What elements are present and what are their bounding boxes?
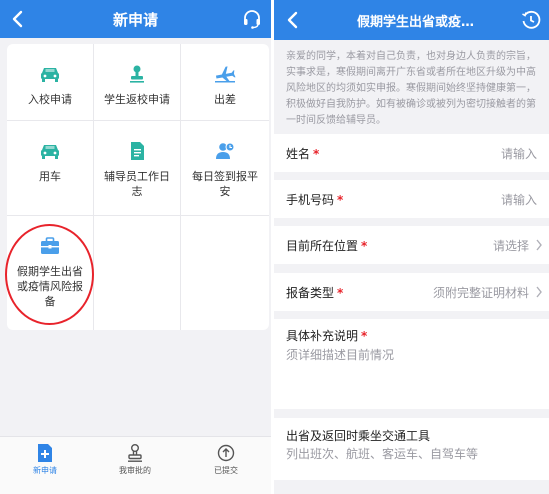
page-title: 假期学生出省或疫…	[356, 15, 474, 30]
right-header: 假期学生出省或疫…	[274, 0, 549, 40]
grid-item-label: 每日签到报平安	[192, 170, 258, 198]
transport-field[interactable]: 出省及返回时乘坐交通工具 列出班次、航班、客运车、自驾车等	[274, 418, 549, 480]
grid-item-label: 用车	[39, 170, 61, 183]
highlight-circle	[5, 224, 94, 325]
field-label: 目前所在位置 *	[286, 239, 368, 253]
grid-empty-cell	[94, 216, 181, 330]
left-header: 新申请	[0, 0, 271, 38]
tab-label: 新申请	[33, 466, 57, 475]
location-field[interactable]: 目前所在位置 * 请选择	[274, 226, 549, 264]
grid-item-counselor-log[interactable]: 辅导员工作日志	[94, 121, 181, 216]
back-arrow-icon[interactable]	[282, 6, 304, 34]
grid-item-label: 出差	[214, 93, 236, 106]
stamp-icon	[128, 444, 142, 462]
headset-icon[interactable]	[241, 8, 263, 30]
name-input[interactable]: 请输入	[501, 145, 537, 162]
report-type-field[interactable]: 报备类型 * 须附完整证明材料	[274, 273, 549, 311]
tab-submitted[interactable]: 已提交	[181, 437, 271, 494]
phone-field[interactable]: 手机号码 * 请输入	[274, 180, 549, 218]
notice-text: 亲爱的同学，本着对自己负责，也对身边人负责的宗旨，实事求是，寒假期间离开广东省或…	[286, 51, 536, 126]
field-label: 姓名 *	[286, 147, 320, 161]
field-label: 出省及返回时乘坐交通工具	[286, 429, 431, 443]
tab-new-application[interactable]: 新申请	[0, 437, 90, 494]
details-field[interactable]: 具体补充说明 * 须详细描述目前情况	[274, 319, 549, 409]
transport-textarea[interactable]: 列出班次、航班、客运车、自驾车等	[286, 445, 478, 462]
new-doc-icon	[38, 444, 52, 462]
grid-item-label: 学生返校申请	[104, 93, 170, 106]
grid-empty-cell	[181, 216, 269, 330]
chevron-right-icon	[536, 239, 542, 251]
grid-item-student-return[interactable]: 学生返校申请	[94, 44, 181, 121]
location-select[interactable]: 请选择	[493, 237, 529, 254]
bottom-tabbar: 新申请 我审批的 已提交	[0, 436, 271, 494]
chevron-right-icon	[536, 286, 542, 298]
page-title: 新申请	[112, 11, 158, 29]
field-label: 手机号码 *	[286, 193, 344, 207]
field-label: 具体补充说明 *	[286, 329, 368, 343]
phone-input[interactable]: 请输入	[501, 191, 537, 208]
grid-item-campus-entry[interactable]: 入校申请	[7, 44, 94, 121]
user-checkin-icon	[216, 142, 235, 159]
tab-label: 我审批的	[119, 466, 151, 475]
car-icon	[41, 145, 59, 159]
plane-icon	[215, 66, 236, 83]
report-type-select[interactable]: 须附完整证明材料	[433, 284, 529, 301]
field-label: 报备类型 *	[286, 286, 344, 300]
grid-item-business-trip[interactable]: 出差	[181, 44, 269, 121]
details-textarea[interactable]: 须详细描述目前情况	[286, 346, 394, 363]
stamp-icon	[130, 65, 144, 83]
grid-item-label: 辅导员工作日志	[104, 170, 170, 198]
grid-item-daily-checkin[interactable]: 每日签到报平安	[181, 121, 269, 216]
tab-label: 已提交	[214, 466, 238, 475]
document-icon	[131, 142, 144, 160]
tab-my-approvals[interactable]: 我审批的	[90, 437, 180, 494]
right-screen: 假期学生出省或疫… 亲爱的同学，本着对自己负责，也对身边人负责的宗旨，实事求是，…	[274, 0, 549, 494]
car-icon	[41, 68, 59, 82]
history-clock-icon[interactable]	[521, 10, 541, 30]
grid-item-vehicle[interactable]: 用车	[7, 121, 94, 216]
grid-item-label: 入校申请	[28, 93, 72, 106]
upload-icon	[217, 444, 235, 462]
name-field[interactable]: 姓名 * 请输入	[274, 134, 549, 172]
left-screen: 新申请 入校申请 学生返校申请 出差 用车 辅导员工作日志 每日签到报平安 假期…	[0, 0, 271, 494]
